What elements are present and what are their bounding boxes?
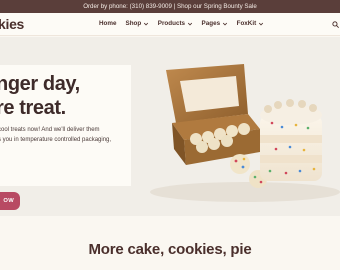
chevron-down-icon <box>258 22 263 25</box>
announcement-text: Order by phone: (310) 839-9009 | Shop ou… <box>83 3 257 10</box>
nav-item-label: Shop <box>125 20 142 27</box>
hero-title-line: re treat. <box>0 97 66 119</box>
hero-card: nger day, re treat. cool treats now! And… <box>0 65 131 186</box>
shop-now-label: OW <box>3 198 14 204</box>
nav-item-label: Home <box>99 20 117 27</box>
hero-title-line: nger day, <box>0 73 80 95</box>
hero-title: nger day, re treat. <box>0 72 136 120</box>
search-icon[interactable] <box>332 21 339 28</box>
nav-item-label: Products <box>157 20 186 27</box>
nav-item-shop[interactable]: Shop <box>126 20 149 27</box>
hero-description: cool treats now! And we'll deliver them … <box>0 126 132 145</box>
site-header: kies Home Shop Products Pages FoxKit <box>0 13 340 36</box>
hero-description-line: cool treats now! And we'll deliver them <box>0 127 100 133</box>
nav-item-foxkit[interactable]: FoxKit <box>237 20 264 27</box>
shop-now-button[interactable]: OW <box>0 192 20 210</box>
nav-item-label: Pages <box>201 20 221 27</box>
hero-description-line: s you in temperature controlled packagin… <box>0 136 112 143</box>
hero-image <box>150 64 340 202</box>
site-logo[interactable]: kies <box>0 16 24 32</box>
chevron-down-icon <box>143 22 148 25</box>
nav-item-label: FoxKit <box>236 20 257 27</box>
nav-item-home[interactable]: Home <box>99 20 117 27</box>
nav-item-pages[interactable]: Pages <box>202 20 228 27</box>
hero-banner: nger day, re treat. cool treats now! And… <box>0 37 340 216</box>
nav-item-products[interactable]: Products <box>158 20 193 27</box>
section-title: More cake, cookies, pie <box>88 241 252 258</box>
chevron-down-icon <box>222 22 227 25</box>
announcement-bar: Order by phone: (310) 839-9009 | Shop ou… <box>0 0 340 13</box>
main-nav: Home Shop Products Pages FoxKit <box>99 20 264 27</box>
chevron-down-icon <box>187 22 192 25</box>
